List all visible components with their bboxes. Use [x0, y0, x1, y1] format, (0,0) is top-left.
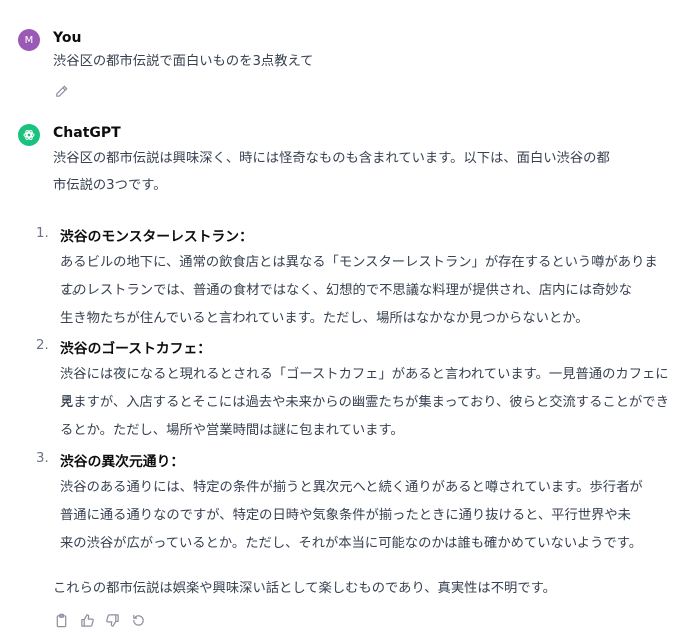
copy-button[interactable]: [53, 612, 69, 628]
edit-message-button[interactable]: [53, 83, 69, 99]
thumbs-down-button[interactable]: [104, 612, 120, 628]
list-item-line: るとか。ただし、場所や営業時間は謎に包まれています。: [60, 423, 404, 438]
openai-logo-icon: [23, 130, 35, 140]
regenerate-icon: [132, 614, 144, 626]
pencil-icon: [55, 84, 68, 97]
user-author-name: You: [53, 30, 82, 46]
list-item-title: 渋谷のモンスターレストラン：: [60, 229, 253, 245]
assistant-intro-line-1: 渋谷区の都市伝説は興味深く、時には怪奇なものも含まれています。以下は、面白い渋谷…: [53, 151, 610, 166]
list-item-number: 2.: [36, 338, 49, 353]
assistant-outro: これらの都市伝説は娯楽や興味深い話として楽しむものであり、真実性は不明です。: [53, 581, 556, 596]
user-avatar: M: [18, 29, 40, 51]
thumbs-down-icon: [105, 613, 119, 627]
list-item-title: 渋谷のゴーストカフェ：: [60, 341, 212, 357]
chatgpt-avatar: [18, 124, 40, 146]
assistant-intro-line-2: 市伝説の3つです。: [53, 178, 167, 193]
thumbs-up-icon: [80, 613, 94, 627]
assistant-author-name: ChatGPT: [53, 125, 121, 141]
list-item-line: このレストランでは、普通の食材ではなく、幻想的で不思議な料理が提供され、店内には…: [60, 283, 632, 298]
list-item-title: 渋谷の異次元通り：: [60, 454, 185, 470]
user-avatar-initial: M: [24, 34, 34, 46]
list-item-line: 来の渋谷が広がっているとか。ただし、それが本当に可能なのかは誰も確かめていないよ…: [60, 536, 643, 551]
list-item-line: えますが、入店するとそこには過去や未来からの幽霊たちが集まっており、彼らと交流す…: [60, 395, 669, 410]
list-item-number: 1.: [36, 226, 49, 241]
list-item-line: 渋谷のある通りには、特定の条件が揃うと異次元へと続く通りがあると噂されています。…: [60, 480, 643, 495]
regenerate-button[interactable]: [130, 612, 146, 628]
clipboard-icon: [56, 613, 66, 627]
list-item-number: 3.: [36, 451, 49, 466]
list-item-line: 生き物たちが住んでいると言われています。ただし、場所はなかなか見つからないとか。: [60, 311, 589, 326]
thumbs-up-button[interactable]: [79, 612, 95, 628]
list-item-line: 普通に通る通りなのですが、特定の日時や気象条件が揃ったときに通り抜けると、平行世…: [60, 508, 631, 523]
user-message-text: 渋谷区の都市伝説で面白いものを3点教えて: [53, 54, 314, 69]
